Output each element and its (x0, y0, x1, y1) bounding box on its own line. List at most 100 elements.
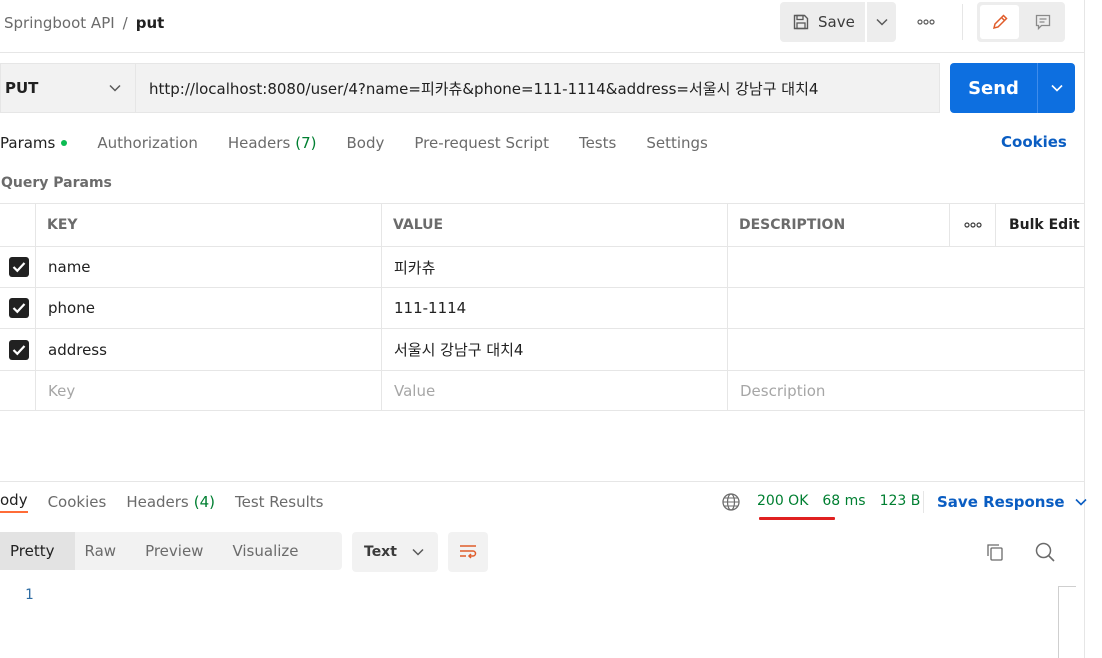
method-label: PUT (5, 79, 39, 97)
tab-label: Pre-request Script (414, 134, 549, 152)
tab-label: Cookies (47, 493, 107, 511)
row-checkbox[interactable] (0, 329, 35, 370)
param-key[interactable]: phone (35, 288, 381, 328)
column-value: VALUE (381, 204, 727, 246)
url-input[interactable]: http://localhost:8080/user/4?name=피카츄&ph… (135, 63, 940, 113)
send-options-button[interactable] (1037, 63, 1075, 113)
breadcrumb-collection[interactable]: Springboot API (4, 14, 115, 32)
param-description[interactable] (727, 329, 1084, 370)
chevron-down-icon (412, 548, 424, 556)
highlight-underline (759, 517, 835, 520)
bulk-edit-button[interactable]: Bulk Edit (995, 204, 1084, 246)
more-horizontal-icon (917, 19, 935, 25)
tab-label: Body (346, 134, 385, 152)
cookies-link[interactable]: Cookies (1001, 133, 1067, 151)
new-value-input[interactable]: Value (381, 371, 727, 410)
save-response-button[interactable]: Save Response (937, 493, 1087, 511)
check-icon (12, 303, 26, 314)
row-checkbox[interactable] (0, 288, 35, 328)
new-description-input[interactable]: Description (727, 371, 1084, 410)
response-view-tabs: Pretty Raw Preview Visualize (0, 532, 342, 570)
editor-scrollbar[interactable] (1058, 586, 1059, 658)
chevron-down-icon (875, 18, 888, 26)
method-select[interactable]: PUT (0, 63, 135, 113)
response-meta-divider (923, 491, 924, 513)
empty-checkbox-cell (0, 371, 35, 410)
response-meta: 200 OK 68 ms 123 B (757, 493, 920, 509)
check-icon (12, 344, 26, 355)
tab-tests[interactable]: Tests (579, 134, 616, 152)
wrap-lines-button[interactable] (448, 532, 488, 572)
breadcrumb: Springboot API / put (4, 13, 164, 33)
param-value[interactable]: 서울시 강남구 대치4 (381, 329, 727, 370)
chevron-down-icon (109, 84, 121, 92)
tab-params[interactable]: Params (0, 134, 68, 152)
table-row-new: Key Value Description (0, 370, 1084, 411)
response-tab-cookies[interactable]: Cookies (48, 493, 107, 511)
param-key[interactable]: name (35, 247, 381, 287)
edit-mode-button[interactable] (980, 5, 1019, 39)
param-value[interactable]: 피카츄 (381, 247, 727, 287)
more-options-button[interactable] (913, 12, 939, 32)
format-select[interactable]: Text (352, 532, 438, 572)
tab-authorization[interactable]: Authorization (97, 134, 197, 152)
param-value[interactable]: 111-1114 (381, 288, 727, 328)
response-tab-body[interactable]: ody (0, 491, 28, 513)
save-button[interactable]: Save (780, 2, 865, 42)
headers-count: (7) (295, 134, 317, 152)
tab-label: Tests (578, 134, 617, 152)
header-separator (0, 52, 1084, 53)
comment-icon (1035, 14, 1050, 31)
tab-headers[interactable]: Headers (7) (228, 134, 317, 152)
response-tab-headers[interactable]: Headers (4) (126, 493, 215, 511)
view-visualize[interactable]: Visualize (222, 532, 317, 570)
checkbox-checked (9, 339, 29, 360)
param-description[interactable] (727, 288, 1084, 328)
response-time[interactable]: 68 ms (822, 493, 865, 509)
view-preview[interactable]: Preview (135, 532, 222, 570)
breadcrumb-separator: / (122, 14, 128, 32)
column-key: KEY (35, 204, 381, 246)
tab-pre-request-script[interactable]: Pre-request Script (414, 134, 549, 152)
save-options-button[interactable] (867, 2, 896, 42)
chevron-down-icon (1075, 498, 1087, 506)
table-row: address 서울시 강남구 대치4 (0, 328, 1084, 370)
comments-button[interactable] (1023, 5, 1062, 39)
view-mode-toggle (977, 2, 1065, 42)
copy-icon[interactable] (984, 541, 1006, 563)
request-name[interactable]: put (136, 14, 165, 32)
header-divider (962, 4, 963, 40)
search-icon[interactable] (1034, 541, 1056, 563)
row-checkbox[interactable] (0, 247, 35, 287)
table-header-row: KEY VALUE DESCRIPTION Bulk Edit (0, 203, 1084, 246)
save-response-label: Save Response (937, 493, 1065, 511)
request-tabs: Params Authorization Headers (7) Body Pr… (0, 131, 738, 155)
param-description[interactable] (727, 247, 1084, 287)
column-description: DESCRIPTION (727, 204, 949, 246)
new-key-input[interactable]: Key (35, 371, 381, 410)
tab-body[interactable]: Body (347, 134, 385, 152)
table-more-button[interactable] (949, 204, 995, 246)
response-size[interactable]: 123 B (880, 493, 921, 509)
table-row: phone 111-1114 (0, 287, 1084, 328)
view-pretty[interactable]: Pretty (0, 532, 75, 570)
more-horizontal-icon (963, 222, 982, 228)
tab-label: Test Results (235, 493, 324, 511)
globe-icon[interactable] (721, 492, 741, 512)
line-number: 1 (25, 587, 34, 603)
tab-settings[interactable]: Settings (646, 134, 708, 152)
pane-border (1084, 0, 1085, 658)
view-raw[interactable]: Raw (75, 532, 136, 570)
tab-label: Headers (227, 134, 291, 152)
response-separator (0, 481, 1084, 482)
table-row: name 피카츄 (0, 246, 1084, 287)
response-tab-test-results[interactable]: Test Results (235, 493, 323, 511)
send-button[interactable]: Send (950, 63, 1037, 113)
checkbox-checked (9, 298, 29, 318)
status-code[interactable]: 200 OK (757, 493, 808, 509)
param-key[interactable]: address (35, 329, 381, 370)
query-params-title: Query Params (1, 175, 112, 191)
tab-label: Settings (646, 134, 708, 152)
pencil-icon (992, 14, 1008, 30)
check-icon (12, 262, 26, 273)
